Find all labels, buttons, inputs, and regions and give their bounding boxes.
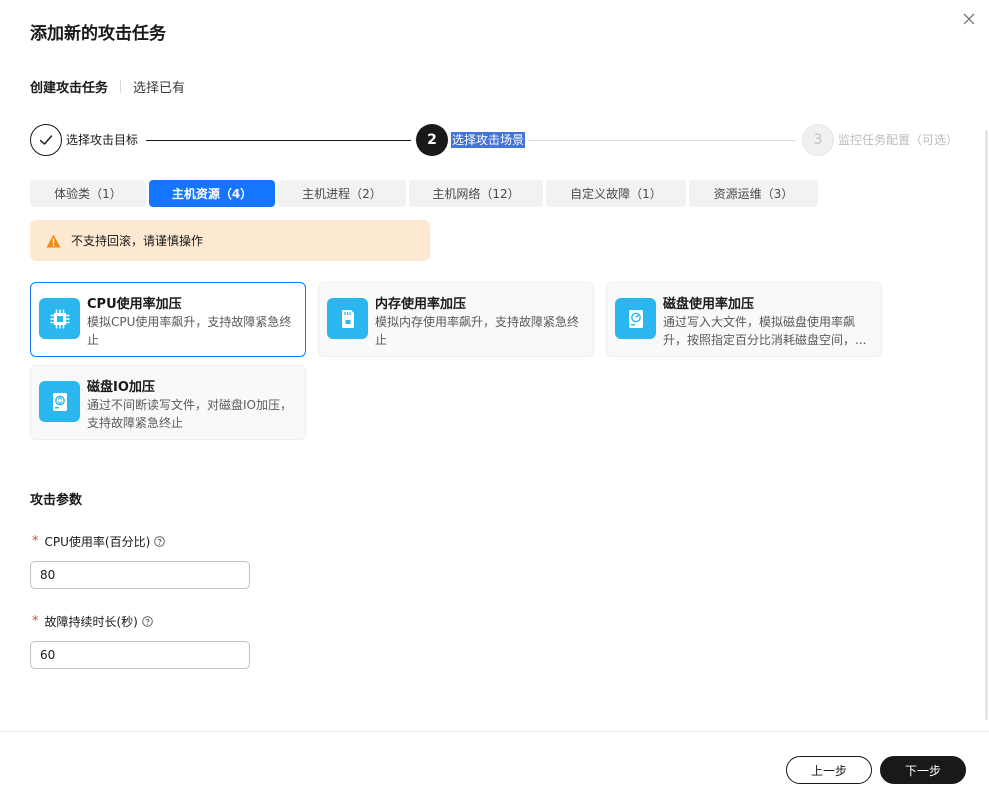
add-attack-task-dialog: 添加新的攻击任务 创建攻击任务 选择已有 选择攻击目标 2 选择攻击场景 3 监… bbox=[0, 0, 989, 805]
section-title-attack-params: 攻击参数 bbox=[30, 493, 83, 508]
card-title: 磁盘IO加压 bbox=[87, 380, 155, 395]
card-title: 内存使用率加压 bbox=[375, 297, 467, 312]
divider bbox=[120, 80, 122, 93]
card-description: 模拟内存使用率飙升，支持故障紧急终止 bbox=[375, 315, 580, 347]
cpu-usage-input[interactable] bbox=[30, 561, 250, 589]
required-mark: * bbox=[32, 534, 39, 549]
step2-label: 选择攻击场景 bbox=[451, 132, 526, 148]
step2-circle: 2 bbox=[416, 124, 448, 156]
help-icon[interactable] bbox=[154, 536, 166, 547]
help-icon[interactable] bbox=[142, 616, 153, 627]
tab-host-network[interactable]: 主机网络（12） bbox=[409, 180, 543, 207]
warning-icon bbox=[46, 234, 61, 247]
prev-step-button[interactable]: 上一步 bbox=[786, 756, 872, 784]
card-title: 磁盘使用率加压 bbox=[663, 297, 755, 312]
cpu-usage-label-text: CPU使用率(百分比) bbox=[44, 535, 151, 549]
warning-text: 不支持回滚，请谨慎操作 bbox=[71, 234, 204, 248]
duration-input[interactable] bbox=[30, 641, 250, 669]
required-mark: * bbox=[32, 614, 39, 629]
cpu-icon bbox=[39, 298, 80, 339]
dialog-title: 添加新的攻击任务 bbox=[30, 24, 166, 44]
cpu-usage-label: * CPU使用率(百分比) bbox=[32, 533, 166, 550]
step3-label: 监控任务配置（可选） bbox=[838, 133, 959, 147]
create-task-tab[interactable]: 创建攻击任务 bbox=[30, 77, 108, 96]
tab-experience[interactable]: 体验类（1） bbox=[30, 180, 146, 207]
mode-switch: 创建攻击任务 选择已有 bbox=[30, 77, 185, 96]
check-icon bbox=[39, 135, 53, 145]
step-connector bbox=[528, 140, 796, 141]
warning-alert: 不支持回滚，请谨慎操作 bbox=[30, 220, 430, 261]
step1-circle bbox=[30, 124, 62, 156]
close-button[interactable] bbox=[961, 11, 977, 27]
scenario-card-disk-usage[interactable]: 磁盘使用率加压 通过写入大文件，模拟磁盘使用率飙升，按照指定百分比消耗磁盘空间，… bbox=[606, 282, 882, 357]
scenario-card-disk-io[interactable]: 磁盘IO加压 通过不间断读写文件，对磁盘IO加压，支持故障紧急终止 bbox=[30, 365, 306, 440]
scenario-card-memory[interactable]: 内存使用率加压 模拟内存使用率飙升，支持故障紧急终止 bbox=[318, 282, 594, 357]
card-description: 通过不间断读写文件，对磁盘IO加压，支持故障紧急终止 bbox=[87, 398, 292, 430]
next-step-button[interactable]: 下一步 bbox=[880, 756, 966, 784]
disk-icon bbox=[615, 298, 656, 339]
tab-host-process[interactable]: 主机进程（2） bbox=[278, 180, 406, 207]
memory-icon bbox=[327, 298, 368, 339]
duration-label-text: 故障持续时长(秒) bbox=[44, 615, 138, 629]
scrollbar[interactable] bbox=[985, 130, 988, 720]
card-title: CPU使用率加压 bbox=[87, 297, 182, 312]
stepper: 选择攻击目标 2 选择攻击场景 3 监控任务配置（可选） bbox=[30, 124, 960, 156]
card-description: 通过写入大文件，模拟磁盘使用率飙升，按照指定百分比消耗磁盘空间，... bbox=[663, 315, 867, 347]
step3-circle: 3 bbox=[802, 124, 834, 156]
tab-custom-fault[interactable]: 自定义故障（1） bbox=[546, 180, 686, 207]
choose-existing-tab[interactable]: 选择已有 bbox=[133, 77, 185, 96]
duration-label: * 故障持续时长(秒) bbox=[32, 613, 153, 630]
tab-resource-ops[interactable]: 资源运维（3） bbox=[689, 180, 818, 207]
disk-io-icon bbox=[39, 381, 80, 422]
scenario-category-tabs: 体验类（1） 主机资源（4） 主机进程（2） 主机网络（12） 自定义故障（1）… bbox=[30, 180, 821, 207]
card-description: 模拟CPU使用率飙升，支持故障紧急终止 bbox=[87, 315, 292, 347]
step-connector bbox=[146, 140, 411, 141]
scenario-card-cpu[interactable]: CPU使用率加压 模拟CPU使用率飙升，支持故障紧急终止 bbox=[30, 282, 306, 357]
tab-host-resource[interactable]: 主机资源（4） bbox=[149, 180, 275, 207]
step1-label: 选择攻击目标 bbox=[66, 133, 139, 147]
close-icon bbox=[963, 13, 975, 25]
footer-divider bbox=[0, 731, 989, 732]
